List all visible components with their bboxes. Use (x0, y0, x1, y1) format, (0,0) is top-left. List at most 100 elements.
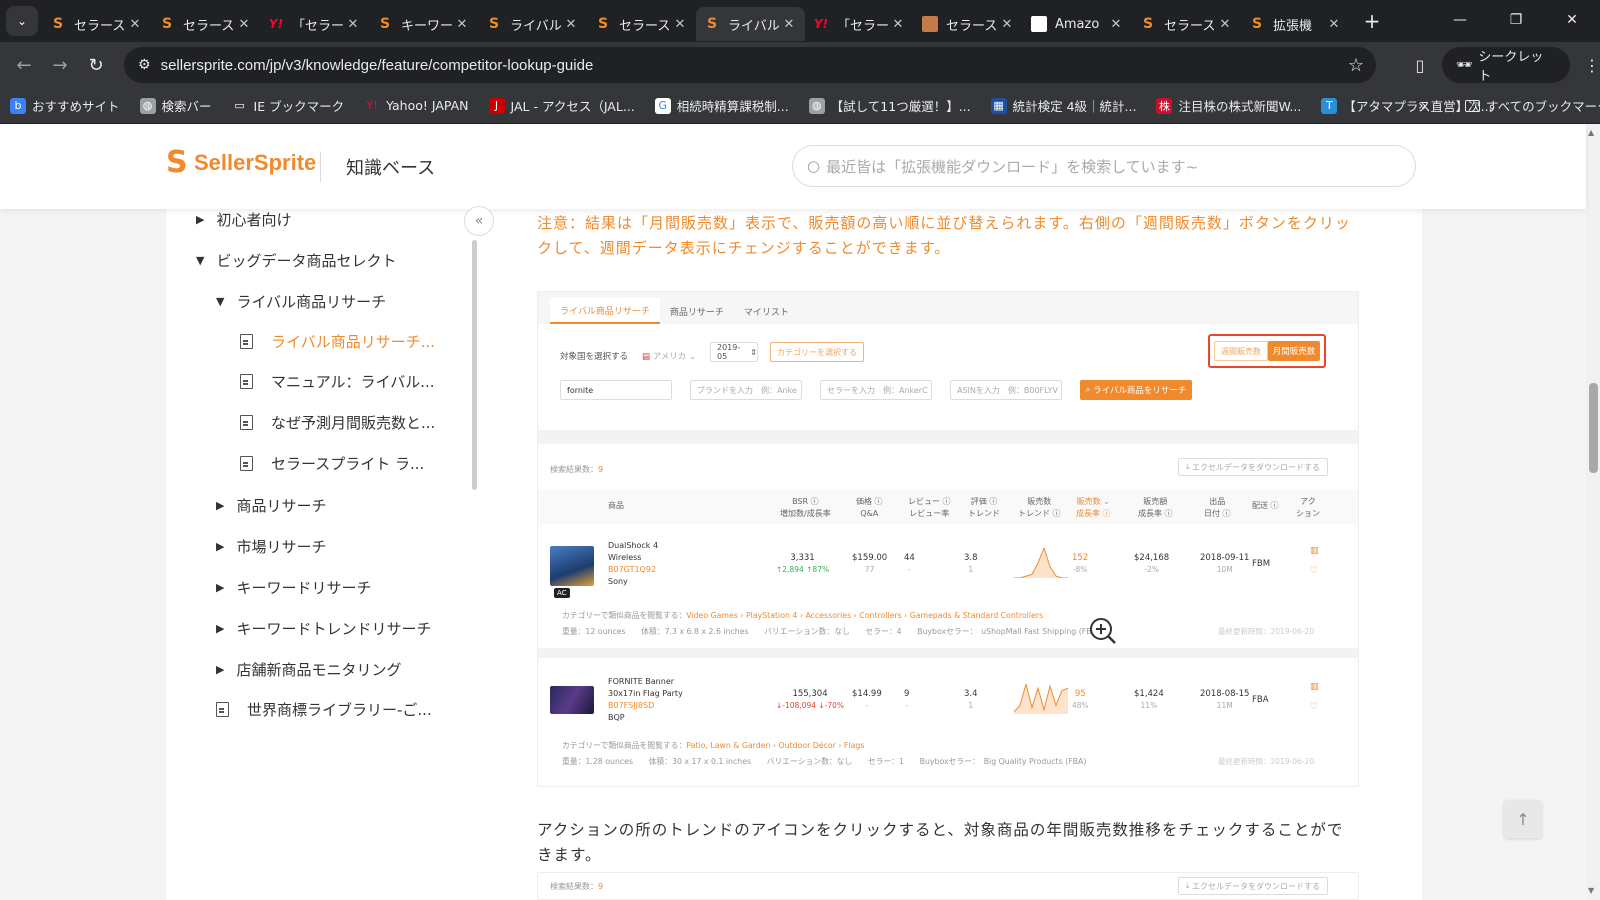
restore-icon[interactable]: ❐ (1488, 0, 1544, 40)
column-header[interactable]: 販売額 成長率 ⓘ (1138, 496, 1173, 520)
column-header[interactable]: 販売数 トレンド ⓘ (1018, 496, 1061, 520)
tab-close-icon[interactable]: ✕ (1108, 17, 1124, 32)
sidebar-item[interactable]: なぜ予測月間販売数と... (240, 412, 435, 433)
forward-arrow-icon[interactable]: → (42, 47, 78, 83)
scroll-down-arrow-icon[interactable]: ▼ (1588, 886, 1594, 895)
sidebar-item[interactable]: セラースプライト ラ... (240, 453, 424, 474)
browser-tab[interactable]: Y! 「セラース✕ (260, 7, 369, 41)
scroll-up-arrow-icon[interactable]: ▲ (1588, 128, 1594, 137)
sidebar-item[interactable]: ▼ ビッグデータ商品セレクト (196, 250, 396, 271)
back-arrow-icon[interactable]: ← (6, 47, 42, 83)
search-input[interactable]: ○ 最近皆は「拡張機能ダウンロード」を検索しています~ (792, 145, 1416, 187)
date-select[interactable]: 2019-05 ⇕ (710, 342, 758, 362)
sidebar-scrollbar[interactable] (472, 240, 477, 490)
column-header[interactable]: 配送 ⓘ (1252, 500, 1279, 512)
sidebar-item[interactable]: ライバル商品リサーチ... (240, 331, 435, 352)
column-header[interactable]: 価格 ⓘ Q&A (856, 496, 883, 520)
sidebar-item[interactable]: ▶ 商品リサーチ (216, 495, 326, 516)
column-header[interactable]: 出品 日付 ⓘ (1204, 496, 1231, 520)
column-header[interactable]: アク ション (1296, 496, 1320, 520)
excel-download-button[interactable]: ⤓ エクセルデータをダウンロードする (1178, 458, 1328, 476)
tab-close-icon[interactable]: ✕ (236, 17, 252, 32)
more-bookmarks-chevron-icon[interactable]: » (1418, 98, 1427, 114)
weekly-sales-toggle[interactable]: 週間販売数 (1214, 341, 1268, 361)
seller-input[interactable]: セラーを入力 例：AnkerC (820, 380, 932, 400)
tab-close-icon[interactable]: ✕ (127, 17, 143, 32)
favorite-heart-icon[interactable]: ♡ (1310, 702, 1318, 712)
page-scrollbar-thumb[interactable] (1589, 383, 1598, 473)
browser-tab[interactable]: S セラース ✕ (1132, 7, 1241, 41)
country-select[interactable]: ▤ アメリカ ⌄ (642, 350, 696, 362)
site-info-icon[interactable]: ⚙ (138, 57, 151, 73)
incognito-indicator[interactable]: 🕶 シークレット (1441, 47, 1570, 84)
product-info[interactable]: DualShock 4 Wireless B07GT1Q92 Sony (608, 540, 658, 588)
product-thumbnail[interactable] (550, 546, 594, 586)
bookmark-item[interactable]: J JAL - アクセス（JAL... (488, 96, 635, 115)
screenshot-tab[interactable]: マイリスト (734, 298, 799, 324)
column-header[interactable]: 商品 (608, 500, 624, 512)
browser-tab[interactable]: S セラース ✕ (151, 7, 260, 41)
asin-input[interactable]: ASINを入力 例：B00FLYV (950, 380, 1062, 400)
sidebar-item[interactable]: マニュアル：ライバル... (240, 371, 435, 392)
tab-close-icon[interactable]: ✕ (1217, 17, 1233, 32)
column-header[interactable]: 販売数 ⌄ 成長率 ⓘ (1076, 496, 1111, 520)
back-to-top-button[interactable]: ↑ (1504, 800, 1542, 838)
favorite-heart-icon[interactable]: ♡ (1310, 566, 1318, 576)
bookmark-item[interactable]: G 相続時精算課税制... (654, 96, 789, 115)
bookmark-item[interactable]: ◍ 【試して11つ厳選！】... (808, 96, 971, 115)
tab-close-icon[interactable]: ✕ (1326, 17, 1342, 32)
competitor-search-button[interactable]: ⌕ ライバル商品をリサーチ (1080, 380, 1192, 400)
sidebar-item[interactable]: ▶ キーワードトレンドリサーチ (216, 618, 431, 639)
product-info[interactable]: FORNITE Banner 30x17in Flag Party B07FSJJ… (608, 676, 683, 724)
sidebar-item[interactable]: ▼ ライバル商品リサーチ (216, 291, 386, 312)
sidebar-item[interactable]: ▶ 初心者向け (196, 209, 291, 230)
tab-close-icon[interactable]: ✕ (563, 17, 579, 32)
bookmark-star-icon[interactable]: ☆ (1348, 55, 1364, 76)
browser-tab[interactable]: セラース ✕ (914, 7, 1023, 41)
tab-close-icon[interactable]: ✕ (672, 17, 688, 32)
screenshot-tab[interactable]: 商品リサーチ (660, 298, 734, 324)
screenshot-tab[interactable]: ライバル商品リサーチ (550, 298, 660, 324)
menu-dots-icon[interactable]: ⋮ (1584, 56, 1600, 75)
browser-tab[interactable]: S ライバル ✕ (478, 7, 587, 41)
browser-tab[interactable]: S ライバル ✕ (696, 7, 805, 41)
monthly-sales-toggle[interactable]: 月間販売数 (1268, 341, 1320, 361)
tab-close-icon[interactable]: ✕ (781, 17, 797, 32)
zoom-in-icon[interactable] (1088, 616, 1118, 646)
bookmark-item[interactable]: ▭ IE ブックマーク (232, 96, 344, 115)
browser-tab[interactable]: Amazo ✕ (1023, 7, 1132, 41)
sidebar-item[interactable]: ▶ 市場リサーチ (216, 536, 326, 557)
tab-close-icon[interactable]: ✕ (890, 17, 906, 32)
excel-download-button-2[interactable]: ⤓ エクセルデータをダウンロードする (1178, 877, 1328, 895)
keyword-input[interactable]: fornite (560, 380, 672, 400)
bookmark-item[interactable]: Y! Yahoo! JAPAN (364, 98, 469, 114)
browser-tab[interactable]: S セラース ✕ (42, 7, 151, 41)
browser-tab[interactable]: S キーワー ✕ (369, 7, 478, 41)
tab-close-icon[interactable]: ✕ (999, 17, 1015, 32)
trend-chart-icon[interactable]: ▥ (1310, 682, 1319, 692)
close-window-icon[interactable]: ✕ (1544, 0, 1600, 40)
bookmark-item[interactable]: 株注目株の株式新聞W... (1156, 96, 1301, 115)
page-scrollbar-track[interactable] (1586, 124, 1600, 900)
bookmark-item[interactable]: ▦ 統計検定 4級｜統計... (990, 96, 1136, 115)
sidebar-item[interactable]: ▶ キーワードリサーチ (216, 577, 371, 598)
brand-input[interactable]: ブランドを入力 例：Anke (690, 380, 802, 400)
tab-search-button[interactable]: ⌄ (6, 6, 38, 36)
column-header[interactable]: BSR ⓘ 増加数/成長率 (780, 496, 831, 520)
sidebar-item[interactable]: 世界商標ライブラリー-ご... (216, 699, 432, 720)
column-header[interactable]: 評価 ⓘ トレンド (968, 496, 1000, 520)
address-bar[interactable]: ⚙ sellersprite.com/jp/v3/knowledge/featu… (124, 47, 1376, 83)
sidebar-item[interactable]: ▶ 店舗新商品モニタリング (216, 659, 401, 680)
bookmark-item[interactable]: b おすすめサイト (10, 96, 120, 115)
all-bookmarks-folder[interactable]: すべてのブックマーク (1465, 96, 1600, 115)
reload-icon[interactable]: ↻ (78, 47, 114, 83)
browser-tab[interactable]: S 拡張機 ✕ (1241, 7, 1350, 41)
minimize-icon[interactable]: — (1432, 0, 1488, 40)
trend-chart-icon[interactable]: ▥ (1310, 546, 1319, 556)
new-tab-button[interactable]: + (1358, 9, 1386, 33)
bookmark-item[interactable]: ◍ 検索バー (139, 96, 212, 115)
browser-tab[interactable]: S セラース ✕ (587, 7, 696, 41)
collapse-sidebar-icon[interactable]: « (464, 206, 494, 236)
product-thumbnail[interactable] (550, 686, 594, 714)
category-select-button[interactable]: カテゴリーを選択する (770, 342, 864, 362)
